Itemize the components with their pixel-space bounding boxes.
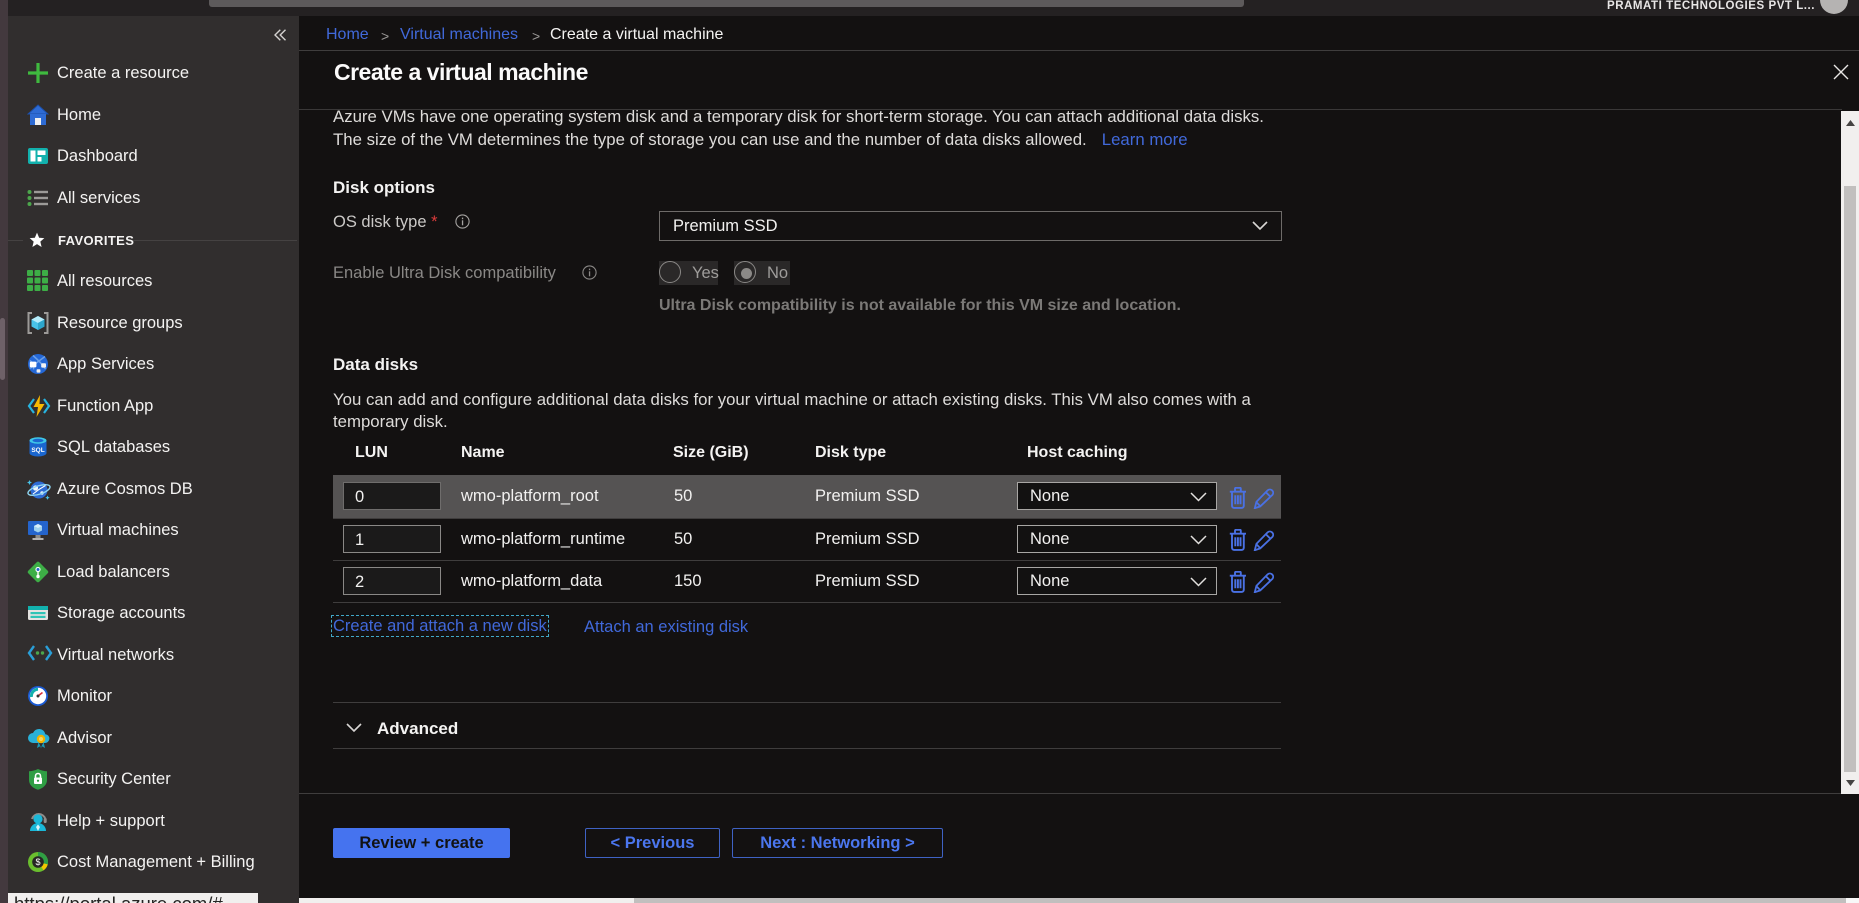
svg-text:SQL: SQL	[31, 447, 44, 454]
svg-text:$: $	[35, 857, 40, 867]
